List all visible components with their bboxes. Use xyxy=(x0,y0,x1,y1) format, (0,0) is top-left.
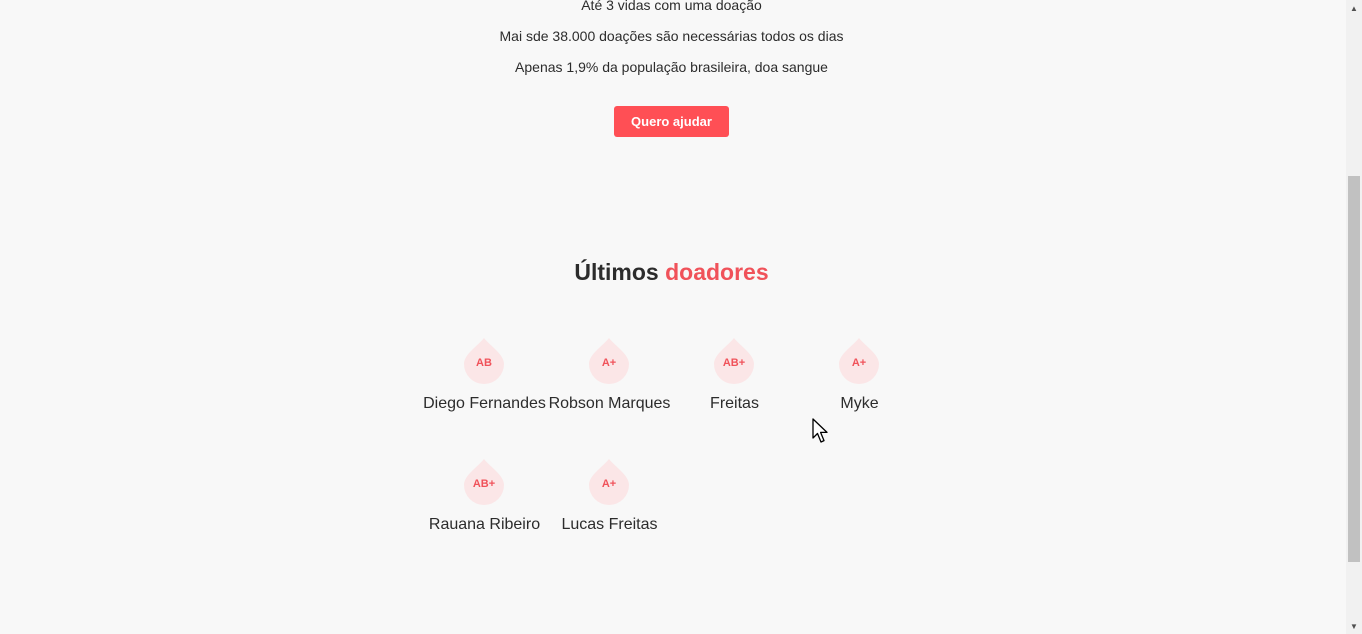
page: Até 3 vidas com uma doação Mai sde 38.00… xyxy=(0,0,1346,634)
blood-type-label: AB+ xyxy=(472,478,496,490)
donor-name: Myke xyxy=(840,395,879,412)
vertical-scrollbar[interactable]: ▲ ▼ xyxy=(1346,0,1362,634)
donor-card: A+ Myke xyxy=(797,338,922,418)
blood-drop-icon: A+ xyxy=(589,338,629,384)
donor-name: Diego Fernandes xyxy=(423,395,546,412)
donor-name: Rauana Ribeiro xyxy=(428,516,541,533)
blood-drop-icon: AB xyxy=(464,338,504,384)
blood-drop-icon: A+ xyxy=(839,338,879,384)
donor-card: A+ Lucas Freitas xyxy=(547,459,672,539)
donor-name: Lucas Freitas xyxy=(561,516,658,533)
mouse-pointer-icon xyxy=(812,418,830,449)
scroll-up-arrow-icon[interactable]: ▲ xyxy=(1346,0,1362,16)
stat-lives: Até 3 vidas com uma doação xyxy=(581,0,762,13)
donor-name: Freitas xyxy=(710,395,759,412)
section-title-accent: doadores xyxy=(665,259,769,285)
stat-donations-needed: Mai sde 38.000 doações são necessárias t… xyxy=(499,28,844,44)
donor-name: Robson Marques xyxy=(548,395,671,412)
scrollbar-thumb[interactable] xyxy=(1348,176,1360,562)
blood-type-label: AB+ xyxy=(722,357,746,369)
blood-drop-icon: AB+ xyxy=(714,338,754,384)
help-button[interactable]: Quero ajudar xyxy=(614,106,729,137)
blood-type-label: A+ xyxy=(601,357,617,369)
scroll-down-arrow-icon[interactable]: ▼ xyxy=(1346,618,1362,634)
stat-population: Apenas 1,9% da população brasileira, doa… xyxy=(515,59,828,75)
blood-type-label: A+ xyxy=(601,478,617,490)
blood-type-label: AB xyxy=(476,357,492,369)
section-title-plain: Últimos xyxy=(574,259,659,285)
donor-card: AB Diego Fernandes xyxy=(422,338,547,418)
donor-card: AB+ Rauana Ribeiro xyxy=(422,459,547,539)
donor-card: A+ Robson Marques xyxy=(547,338,672,418)
section-title: Últimos doadores xyxy=(0,259,1343,286)
blood-drop-icon: AB+ xyxy=(464,459,504,505)
blood-type-label: A+ xyxy=(851,357,867,369)
donor-card: AB+ Freitas xyxy=(672,338,797,418)
blood-drop-icon: A+ xyxy=(589,459,629,505)
